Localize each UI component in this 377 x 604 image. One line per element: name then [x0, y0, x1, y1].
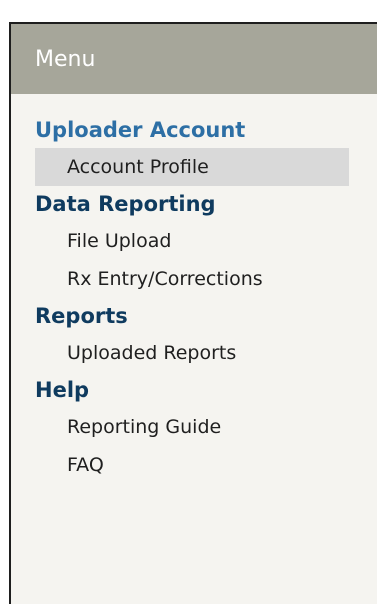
- section-uploader-account[interactable]: Uploader Account: [11, 112, 377, 148]
- menu-item-file-upload[interactable]: File Upload: [35, 222, 349, 260]
- menu-header: Menu: [11, 24, 377, 94]
- menu-title: Menu: [35, 46, 96, 72]
- menu-item-reporting-guide[interactable]: Reporting Guide: [35, 408, 349, 446]
- menu-item-rx-entry-corrections[interactable]: Rx Entry/Corrections: [35, 260, 349, 298]
- menu-panel: Menu Uploader Account Account Profile Da…: [9, 22, 377, 604]
- menu-item-account-profile[interactable]: Account Profile: [35, 148, 349, 186]
- section-data-reporting[interactable]: Data Reporting: [11, 186, 377, 222]
- menu-item-faq[interactable]: FAQ: [35, 446, 349, 484]
- menu-list: Uploader Account Account Profile Data Re…: [11, 94, 377, 484]
- section-help[interactable]: Help: [11, 372, 377, 408]
- menu-item-uploaded-reports[interactable]: Uploaded Reports: [35, 334, 349, 372]
- section-reports[interactable]: Reports: [11, 298, 377, 334]
